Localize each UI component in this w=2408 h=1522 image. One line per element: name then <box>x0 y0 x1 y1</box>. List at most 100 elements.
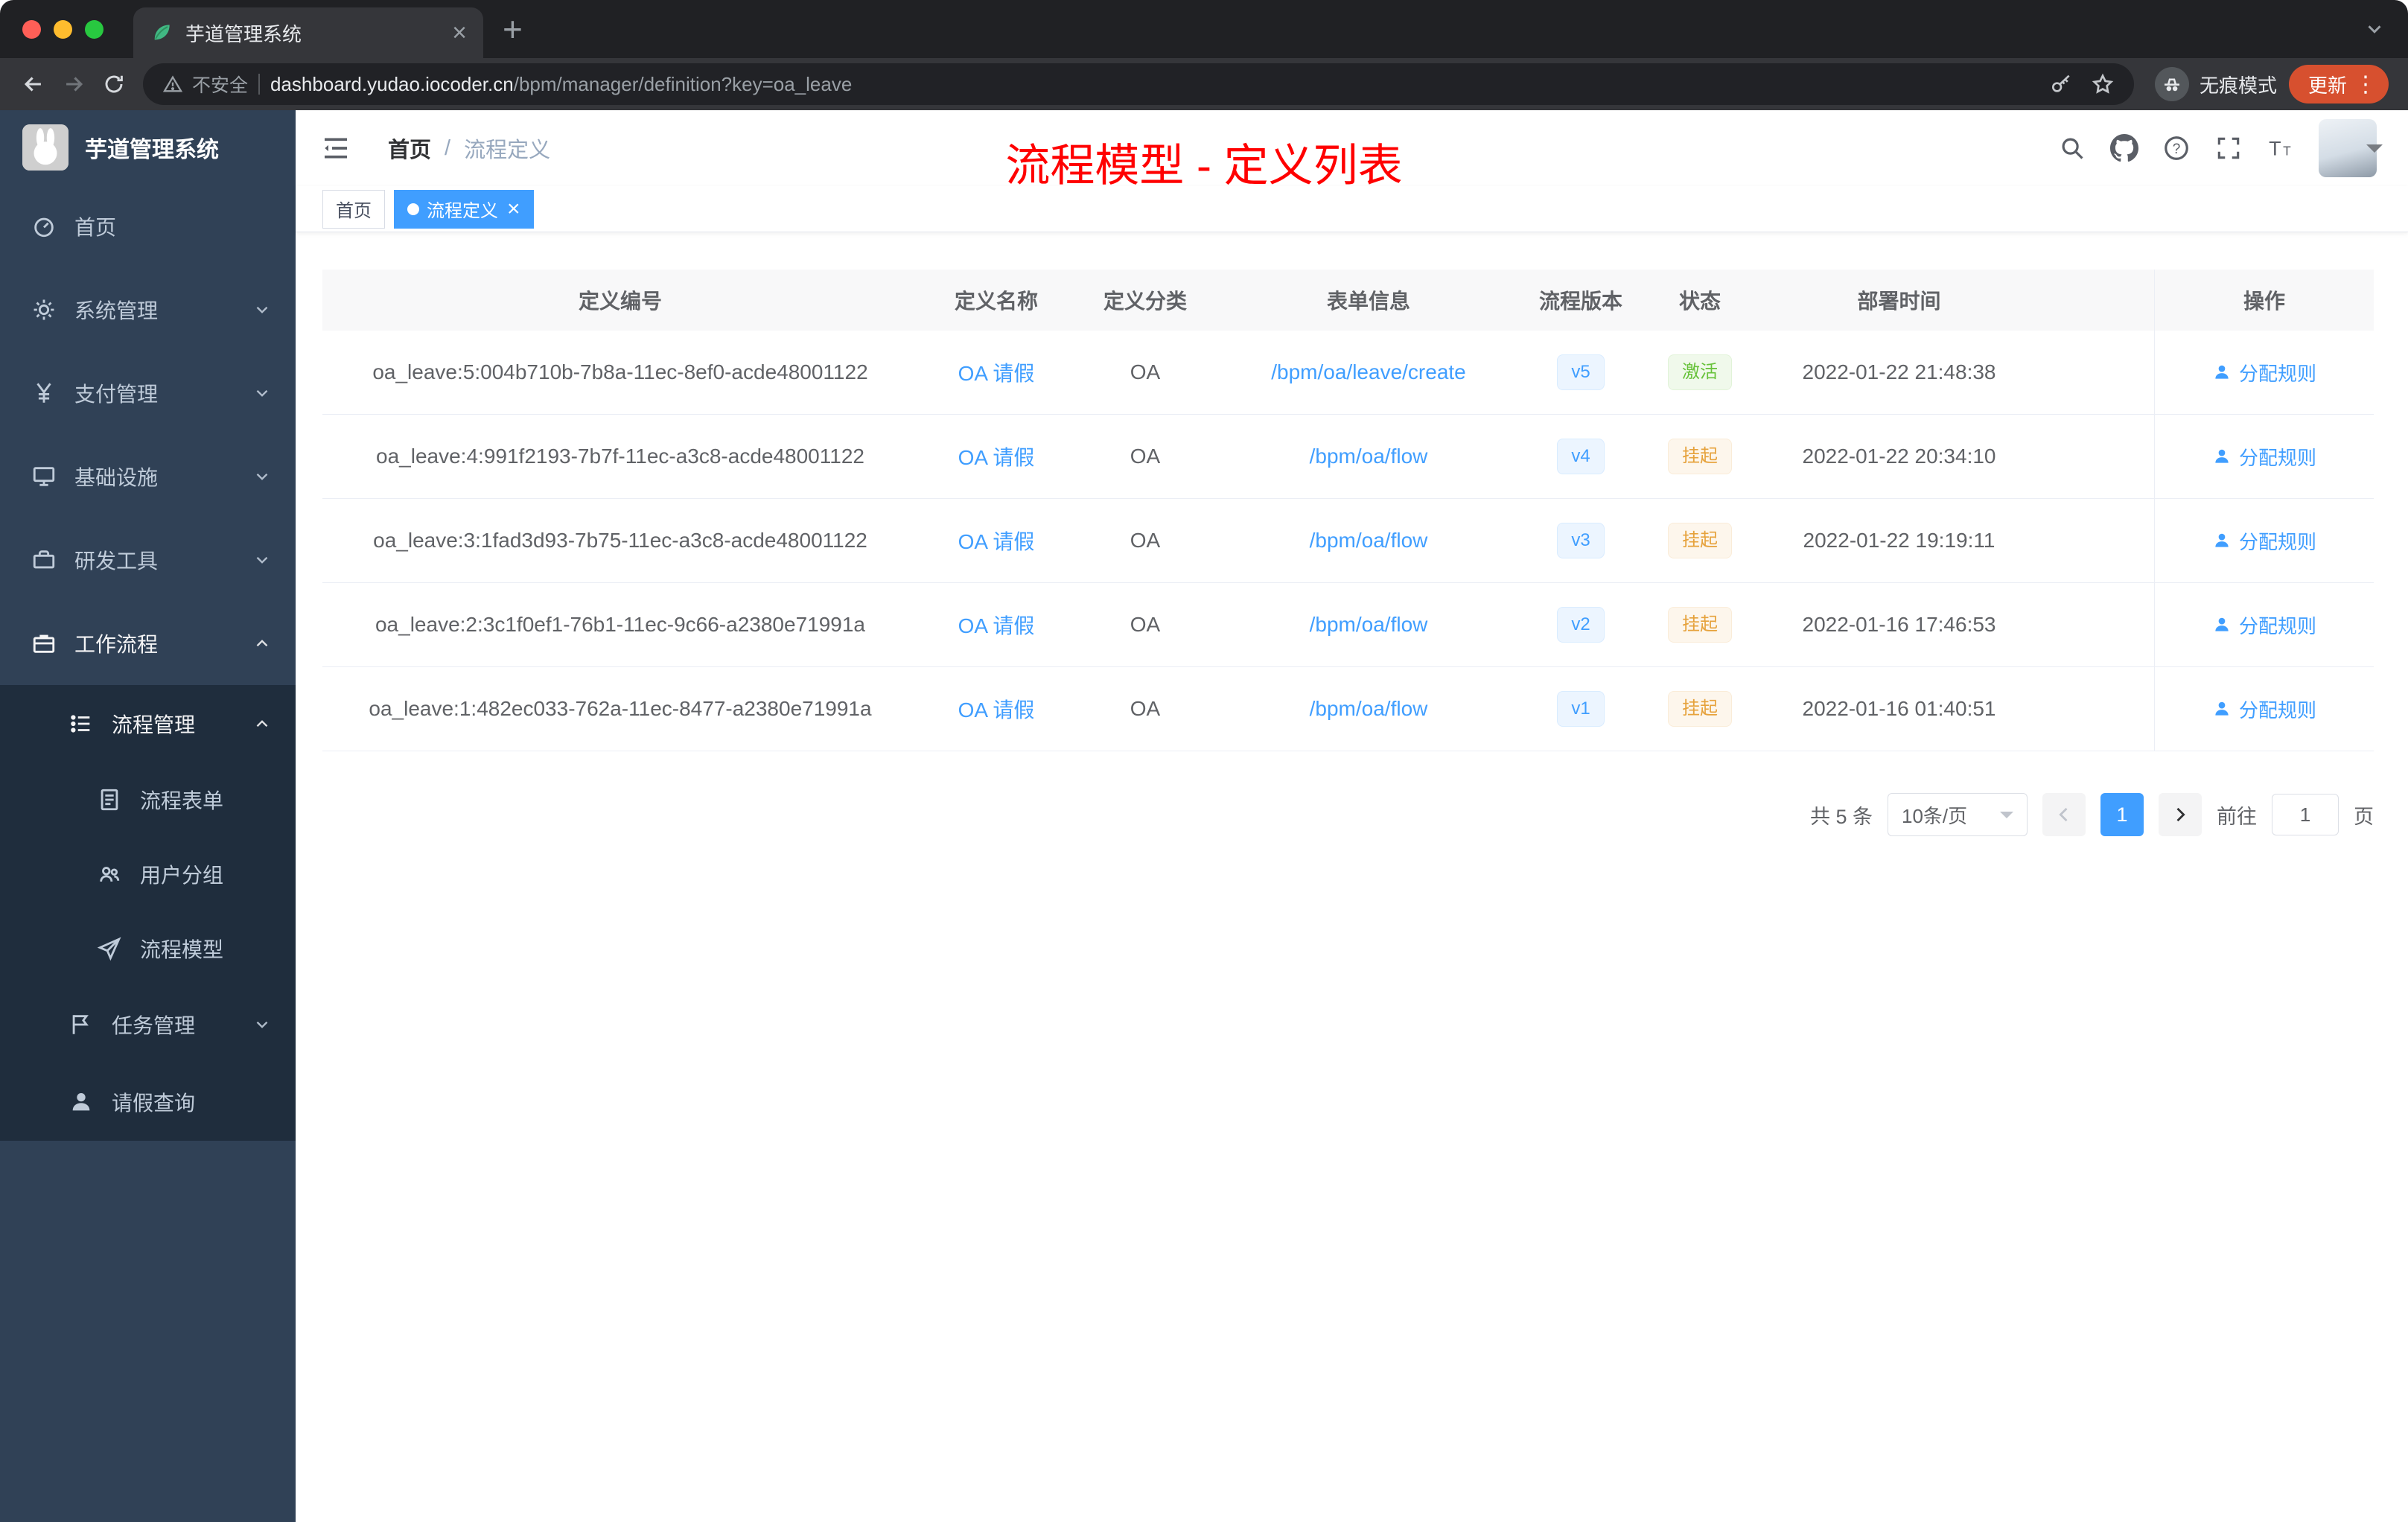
back-button[interactable] <box>13 64 54 104</box>
definition-name-link[interactable]: OA 请假 <box>958 526 1035 555</box>
form-info-link[interactable]: /bpm/oa/flow <box>1310 613 1428 637</box>
sidebar-item-workflow[interactable]: 工作流程 <box>0 602 296 685</box>
next-page-button[interactable] <box>2159 793 2202 836</box>
sidebar-item-home[interactable]: 首页 <box>0 185 296 268</box>
password-key-icon[interactable] <box>2049 72 2073 96</box>
sidebar-item-label: 支付管理 <box>74 383 159 406</box>
zoom-window-button[interactable] <box>85 19 103 39</box>
assign-rule-button[interactable]: 分配规则 <box>2212 527 2316 555</box>
chevron-down-icon <box>252 300 272 319</box>
page-number-button[interactable]: 1 <box>2100 793 2144 836</box>
browser-tab[interactable]: 芋道管理系统 × <box>133 7 483 58</box>
security-chip[interactable]: 不安全 <box>162 71 248 98</box>
url-domain: dashboard.yudao.iocoder.cn <box>270 72 514 95</box>
sidebar-item-leave-query[interactable]: 请假查询 <box>0 1063 296 1141</box>
breadcrumb-home[interactable]: 首页 <box>388 133 431 164</box>
assign-rule-button[interactable]: 分配规则 <box>2212 359 2316 386</box>
incognito-label: 无痕模式 <box>2199 74 2277 97</box>
navbar-actions: ? TT <box>2058 119 2383 177</box>
tag-process-definition[interactable]: 流程定义 × <box>394 189 534 229</box>
sidebar-item-label: 任务管理 <box>112 1014 196 1037</box>
forward-button[interactable] <box>54 64 94 104</box>
form-info-link[interactable]: /bpm/oa/flow <box>1310 697 1428 721</box>
chevron-down-icon <box>252 1015 272 1034</box>
new-tab-button[interactable]: + <box>503 12 523 46</box>
url-text[interactable]: dashboard.yudao.iocoder.cn/bpm/manager/d… <box>270 73 2039 96</box>
sidebar-item-process-management[interactable]: 流程管理 <box>0 685 296 762</box>
page-size-select[interactable]: 10条/页 <box>1888 793 2028 836</box>
sidebar-item-process-model[interactable]: 流程模型 <box>0 911 296 986</box>
assign-rule-button[interactable]: 分配规则 <box>2212 443 2316 471</box>
definition-id-cell: oa_leave:5:004b710b-7b8a-11ec-8ef0-acde4… <box>372 360 868 383</box>
breadcrumb: 首页 / 流程定义 <box>388 133 550 164</box>
reload-button[interactable] <box>94 64 134 104</box>
annotation-overlay: 流程模型 - 定义列表 <box>1005 141 1403 191</box>
table-row: oa_leave:3:1fad3d93-7b75-11ec-a3c8-acde4… <box>322 499 2374 583</box>
tab-close-icon[interactable]: × <box>452 20 467 45</box>
sidebar-item-user-group[interactable]: 用户分组 <box>0 837 296 911</box>
definition-name-link[interactable]: OA 请假 <box>958 694 1035 724</box>
sidebar-item-infrastructure[interactable]: 基础设施 <box>0 435 296 518</box>
sidebar-logo[interactable]: 芋道管理系统 <box>0 110 296 185</box>
browser-chrome: 芋道管理系统 × + 不安全 dashboard.yudao.iocoder.c… <box>0 0 2408 110</box>
status-badge: 挂起 <box>1668 523 1732 558</box>
definition-name-link[interactable]: OA 请假 <box>958 442 1035 471</box>
assign-rule-button[interactable]: 分配规则 <box>2212 695 2316 723</box>
avatar-caret-down-icon[interactable] <box>2366 144 2383 161</box>
close-window-button[interactable] <box>22 19 41 39</box>
table-body: oa_leave:5:004b710b-7b8a-11ec-8ef0-acde4… <box>322 331 2374 751</box>
gear-icon <box>31 297 57 322</box>
hamburger-icon[interactable] <box>321 133 351 163</box>
deploy-time-cell: 2022-01-22 21:48:38 <box>1802 360 1996 383</box>
font-size-icon[interactable]: TT <box>2267 134 2295 162</box>
bookmark-star-icon[interactable] <box>2091 72 2115 96</box>
table-row: oa_leave:1:482ec033-762a-11ec-8477-a2380… <box>322 667 2374 751</box>
definition-name-link[interactable]: OA 请假 <box>958 357 1035 387</box>
form-info-link[interactable]: /bpm/oa/leave/create <box>1271 360 1466 384</box>
help-icon[interactable]: ? <box>2162 134 2191 162</box>
prev-page-button[interactable] <box>2042 793 2086 836</box>
address-bar[interactable]: 不安全 dashboard.yudao.iocoder.cn/bpm/manag… <box>143 63 2134 105</box>
briefcase-icon <box>31 631 57 656</box>
form-info-link[interactable]: /bpm/oa/flow <box>1310 445 1428 468</box>
sidebar-item-devtools[interactable]: 研发工具 <box>0 518 296 602</box>
form-info-link[interactable]: /bpm/oa/flow <box>1310 529 1428 553</box>
column-header: 定义编号 <box>578 290 662 313</box>
sidebar-item-label: 请假查询 <box>112 1092 196 1115</box>
row-spacer <box>2039 583 2154 666</box>
browser-menu-dots-icon[interactable]: ⋮ <box>2354 71 2377 98</box>
update-browser-button[interactable]: 更新 ⋮ <box>2288 65 2389 104</box>
sidebar-item-label: 流程表单 <box>140 789 224 812</box>
person-icon <box>2215 533 2229 547</box>
fullscreen-icon[interactable] <box>2214 134 2243 162</box>
column-header: 定义名称 <box>954 290 1038 313</box>
sidebar-item-task-management[interactable]: 任务管理 <box>0 986 296 1063</box>
sidebar-item-system[interactable]: 系统管理 <box>0 268 296 351</box>
sidebar: 芋道管理系统 首页 系统管理 支付管理 基础设施 研发工具 工作流程 流程管理 … <box>0 110 296 1522</box>
github-icon[interactable] <box>2110 134 2138 162</box>
status-badge: 挂起 <box>1668 691 1732 727</box>
sidebar-item-payment[interactable]: 支付管理 <box>0 351 296 435</box>
assign-rule-button[interactable]: 分配规则 <box>2212 611 2316 639</box>
status-badge: 挂起 <box>1668 439 1732 474</box>
goto-page-input[interactable] <box>2272 794 2339 835</box>
assign-rule-label: 分配规则 <box>2238 698 2316 722</box>
definition-category-cell: OA <box>1130 445 1161 468</box>
definition-category-cell: OA <box>1130 613 1161 636</box>
tab-search-chevron-icon[interactable] <box>2363 18 2386 40</box>
omnibox-divider <box>258 74 261 95</box>
tab-favicon-icon <box>150 21 173 45</box>
yen-icon <box>31 380 57 406</box>
column-header: 状态 <box>1678 290 1721 313</box>
assign-rule-label: 分配规则 <box>2238 614 2316 637</box>
sidebar-item-label: 用户分组 <box>140 864 224 887</box>
search-icon[interactable] <box>2058 134 2086 162</box>
tag-home[interactable]: 首页 <box>322 189 385 229</box>
security-label: 不安全 <box>192 75 249 96</box>
definition-name-link[interactable]: OA 请假 <box>958 610 1035 640</box>
row-spacer <box>2039 667 2154 751</box>
minimize-window-button[interactable] <box>54 19 72 39</box>
sidebar-item-process-form[interactable]: 流程表单 <box>0 762 296 837</box>
warning-triangle-icon <box>162 75 183 92</box>
tag-close-icon[interactable]: × <box>507 197 520 220</box>
